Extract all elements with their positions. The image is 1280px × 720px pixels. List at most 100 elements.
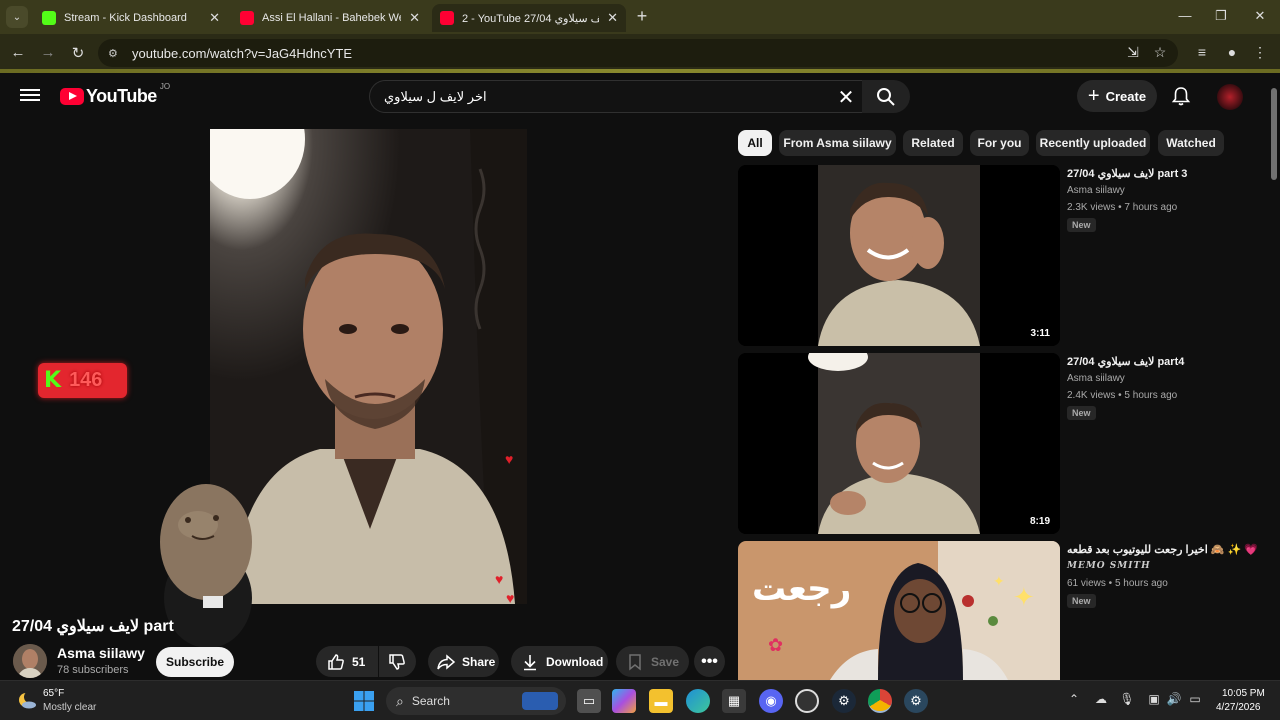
- notifications-bell-icon[interactable]: [1170, 85, 1192, 107]
- forward-icon[interactable]: →: [38, 44, 58, 61]
- recommendation-title[interactable]: اخيرا رجعت لليوتيوب بعد قطعه 🙈 ✨ 💗: [1067, 543, 1258, 556]
- subscribe-button[interactable]: Subscribe: [156, 647, 234, 677]
- chip-related[interactable]: Related: [903, 130, 963, 156]
- svg-text:♥: ♥: [495, 571, 503, 587]
- youtube-logo[interactable]: YouTube JO: [60, 82, 170, 107]
- obs-icon[interactable]: [795, 689, 819, 713]
- chip-from-channel[interactable]: From Asma siilawy: [779, 130, 896, 156]
- close-tab-icon[interactable]: ✕: [409, 10, 420, 26]
- recommendation-thumbnail[interactable]: 8:19: [738, 353, 1060, 534]
- kick-logo-icon: K: [44, 368, 62, 393]
- channel-avatar[interactable]: [13, 644, 47, 678]
- bookmark-star-icon[interactable]: ☆: [1150, 44, 1170, 61]
- close-tab-icon[interactable]: ✕: [209, 10, 220, 26]
- like-button[interactable]: 51: [316, 646, 378, 677]
- windows-start-icon[interactable]: [352, 689, 376, 713]
- tab-title: 2 - YouTube 27/04 لايف سيلاوي: [462, 12, 600, 25]
- recommendation-channel[interactable]: Asma siilawy: [1067, 373, 1125, 384]
- weather-moon-icon[interactable]: [17, 690, 37, 710]
- taskbar-search[interactable]: ⌕ Search: [386, 687, 566, 715]
- search-icon: ⌕: [396, 692, 404, 709]
- microsoft-store-icon[interactable]: ▦: [722, 689, 746, 713]
- channel-name[interactable]: Asma siilawy: [57, 645, 145, 661]
- volume-tray-icon[interactable]: 🔊: [1165, 692, 1183, 706]
- kick-viewer-count-badge: K 146: [38, 363, 127, 398]
- close-tab-icon[interactable]: ✕: [607, 10, 618, 26]
- steam-secondary-icon[interactable]: ⚙: [904, 689, 928, 713]
- tab-search-button[interactable]: ⌄: [6, 6, 28, 28]
- recommendation-title[interactable]: لايف سيلاوي 27/04 part 3: [1067, 167, 1187, 180]
- create-button[interactable]: + Create: [1077, 80, 1157, 112]
- steam-icon[interactable]: ⚙: [832, 689, 856, 713]
- more-menu-icon[interactable]: ⋮: [1250, 44, 1270, 61]
- copilot-icon[interactable]: [612, 689, 636, 713]
- search-input[interactable]: اخر لايف ل سيلاوي: [369, 80, 864, 113]
- restore-icon[interactable]: ❐: [1206, 8, 1236, 24]
- profile-icon[interactable]: ●: [1222, 44, 1242, 60]
- thumbnail-image: ✦ ✦ ✿: [738, 541, 1060, 680]
- recommendation-channel[interactable]: MEMO SMITH: [1067, 561, 1151, 571]
- new-tab-button[interactable]: +: [632, 6, 652, 27]
- task-view-icon[interactable]: ▭: [577, 689, 601, 713]
- chip-watched[interactable]: Watched: [1158, 130, 1224, 156]
- chip-all[interactable]: All: [738, 130, 772, 156]
- weather-condition[interactable]: Mostly clear: [43, 702, 96, 713]
- account-avatar[interactable]: [1217, 84, 1243, 110]
- page-scrollbar[interactable]: [1270, 80, 1278, 680]
- tab-youtube-active[interactable]: 2 - YouTube 27/04 لايف سيلاوي ✕: [432, 4, 626, 32]
- search-button[interactable]: [862, 80, 910, 113]
- dislike-button[interactable]: [379, 646, 416, 677]
- svg-text:♥: ♥: [506, 590, 514, 604]
- close-window-icon[interactable]: ✕: [1245, 8, 1275, 24]
- reload-icon[interactable]: ↻: [68, 44, 88, 62]
- recommendation-thumbnail[interactable]: 3:11: [738, 165, 1060, 346]
- battery-tray-icon[interactable]: ▭: [1186, 692, 1204, 706]
- chrome-icon[interactable]: [868, 689, 892, 713]
- tab-assi-el-hallani[interactable]: Assi El Hallani - Bahebek We Bg ✕: [232, 4, 428, 32]
- media-control-icon[interactable]: ≡: [1192, 44, 1212, 60]
- tab-kick-dashboard[interactable]: Stream - Kick Dashboard ✕: [34, 4, 228, 32]
- plus-icon: +: [1087, 84, 1100, 107]
- microphone-tray-icon[interactable]: 🎙: [1118, 692, 1136, 706]
- download-label: Download: [546, 654, 604, 669]
- minimize-icon[interactable]: —: [1170, 8, 1200, 23]
- site-info-icon[interactable]: ⚙: [108, 47, 122, 60]
- network-tray-icon[interactable]: ▣: [1145, 692, 1163, 706]
- subscriber-count: 78 subscribers: [57, 664, 129, 676]
- security-tray-icon[interactable]: ☁: [1092, 692, 1110, 706]
- svg-text:✿: ✿: [768, 635, 783, 655]
- clock-time[interactable]: 10:05 PM: [1222, 688, 1265, 699]
- video-title: 27/04 لايف سيلاوي part: [12, 618, 174, 635]
- back-icon[interactable]: ←: [8, 44, 28, 61]
- chip-recently-uploaded[interactable]: Recently uploaded: [1036, 130, 1150, 156]
- like-count: 51: [352, 654, 366, 669]
- screen: ⌄ Stream - Kick Dashboard ✕ Assi El Hall…: [0, 0, 1280, 720]
- clear-search-icon[interactable]: ✕: [835, 85, 857, 110]
- file-explorer-icon[interactable]: ▬: [649, 689, 673, 713]
- address-bar[interactable]: ⚙ youtube.com/watch?v=JaG4HdncYTE: [98, 39, 1178, 67]
- weather-temperature[interactable]: 65°F: [43, 688, 64, 699]
- recommendation-thumbnail[interactable]: ✦ ✦ ✿ رجعت: [738, 541, 1060, 680]
- show-hidden-icons[interactable]: ⌃: [1065, 692, 1083, 706]
- share-button[interactable]: Share: [428, 646, 499, 677]
- youtube-favicon-icon: [440, 11, 454, 25]
- install-app-icon[interactable]: ⇲: [1123, 44, 1143, 61]
- discord-icon[interactable]: ◉: [759, 689, 783, 713]
- video-duration: 8:19: [1025, 515, 1054, 528]
- search-icon: [877, 87, 895, 106]
- scrollbar-thumb[interactable]: [1271, 88, 1277, 180]
- save-button[interactable]: Save: [616, 646, 689, 677]
- more-actions-icon[interactable]: •••: [694, 646, 725, 677]
- country-code: JO: [159, 82, 171, 91]
- hamburger-menu-icon[interactable]: [20, 86, 40, 106]
- recommendation-title[interactable]: لايف سيلاوي 27/04 part4: [1067, 355, 1184, 368]
- edge-browser-icon[interactable]: [686, 689, 710, 713]
- download-button[interactable]: Download: [511, 646, 608, 677]
- clock-date[interactable]: 4/27/2026: [1216, 702, 1261, 713]
- logo-wordmark: YouTube: [86, 86, 157, 106]
- new-badge: New: [1067, 218, 1096, 232]
- search-query: اخر لايف ل سيلاوي: [384, 88, 487, 104]
- recommendation-channel[interactable]: Asma siilawy: [1067, 185, 1125, 196]
- download-icon: [524, 654, 536, 670]
- chip-for-you[interactable]: For you: [970, 130, 1029, 156]
